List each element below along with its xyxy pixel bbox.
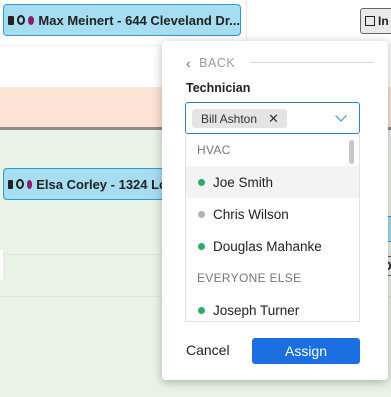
technician-option[interactable]: Joseph Turner: [186, 294, 359, 321]
status-dot-icon: [28, 15, 35, 25]
chip-label: Bill Ashton: [201, 111, 258, 126]
technician-option-label: Joseph Turner: [213, 302, 300, 318]
availability-dot-icon: [198, 210, 205, 218]
clock-icon: [16, 15, 25, 25]
technician-option[interactable]: Chris Wilson: [186, 198, 359, 230]
technician-option[interactable]: Douglas Mahanke: [186, 230, 359, 262]
row-marker: [0, 250, 3, 280]
clock-icon: [15, 179, 24, 189]
divider: [250, 62, 374, 63]
technician-label: Technician: [186, 81, 251, 95]
technician-option-label: Douglas Mahanke: [213, 238, 322, 254]
selected-technician-chip: Bill Ashton ✕: [192, 109, 287, 128]
list-scrollbar[interactable]: [349, 140, 354, 164]
back-label: BACK: [199, 56, 236, 70]
back-button[interactable]: ‹ BACK: [186, 55, 235, 71]
job-card-partial[interactable]: In: [360, 8, 391, 34]
technician-option-label: Joe Smith: [213, 174, 274, 190]
availability-dot-icon: [198, 178, 205, 186]
job-card[interactable]: Elsa Corley - 1324 Lo: [3, 168, 168, 200]
availability-dot-icon: [198, 306, 205, 314]
option-group-header: EVERYONE ELSE: [197, 271, 302, 285]
chevron-down-icon[interactable]: [335, 110, 347, 122]
assign-technician-popup: ‹ BACK Technician Bill Ashton ✕ HVAC Joe…: [162, 41, 388, 380]
status-dot-icon: [26, 179, 33, 189]
technician-options-list[interactable]: HVAC Joe Smith Chris Wilson Douglas Maha…: [185, 134, 360, 322]
availability-dot-icon: [198, 242, 205, 250]
lock-icon: [8, 179, 13, 189]
lock-icon: [8, 15, 14, 25]
technician-option-label: Chris Wilson: [213, 206, 289, 222]
assign-button[interactable]: Assign: [252, 338, 360, 364]
job-card-partial-label: In: [378, 14, 389, 28]
remove-chip-icon[interactable]: ✕: [268, 111, 279, 127]
job-card-label: Elsa Corley - 1324 Lo: [36, 176, 167, 192]
job-card-label: Max Meinert - 644 Cleveland Dr...: [38, 12, 240, 28]
cancel-button[interactable]: Cancel: [186, 337, 230, 363]
checkbox-icon: [365, 16, 375, 26]
technician-select[interactable]: Bill Ashton ✕: [185, 102, 360, 134]
chevron-left-icon: ‹: [186, 55, 192, 71]
option-group-header: HVAC: [197, 143, 231, 157]
technician-option[interactable]: Joe Smith: [186, 166, 359, 198]
job-card[interactable]: Max Meinert - 644 Cleveland Dr...: [3, 4, 241, 36]
